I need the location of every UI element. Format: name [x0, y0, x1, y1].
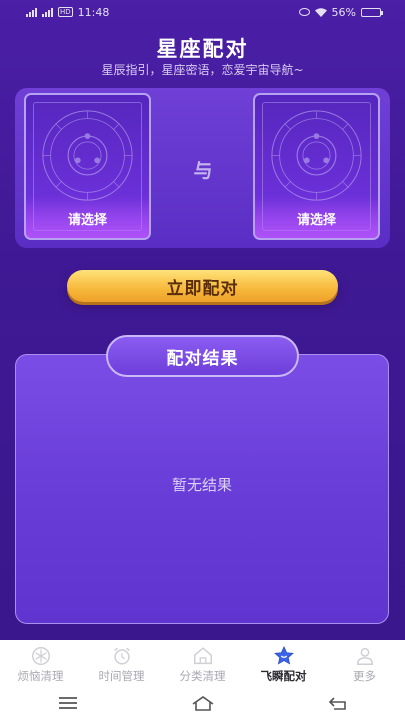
signal-icon [26, 7, 37, 17]
tab-label: 分类清理 [179, 669, 226, 683]
nav-menu-button[interactable] [38, 688, 98, 718]
right-sign-card[interactable]: 请选择 [253, 93, 380, 240]
wifi-icon [314, 7, 327, 17]
page-subtitle: 星辰指引，星座密语，恋爱宇宙导航~ [101, 63, 304, 77]
status-time: 11:48 [77, 5, 110, 19]
status-right: 56% [298, 5, 383, 19]
snowflake-icon [31, 647, 50, 665]
eye-comfort-icon [298, 8, 310, 16]
tab-label: 更多 [353, 669, 376, 683]
zodiac-wheel-icon [271, 110, 362, 201]
empty-result-text: 暂无结果 [171, 476, 232, 494]
home-icon [192, 696, 213, 711]
menu-icon [58, 697, 77, 709]
battery-icon [361, 7, 383, 17]
network-badge: HD [58, 7, 73, 17]
connector-text: 与 [193, 160, 213, 182]
nav-back-button[interactable] [308, 688, 368, 718]
tab-more[interactable]: 更多 [324, 640, 405, 686]
left-card-label: 请选择 [67, 213, 107, 228]
app-screen: HD 11:48 56% 星座配对 星辰指引，星座密语，恋爱宇宙导航~ 请选择 … [0, 0, 405, 640]
nav-home-button[interactable] [173, 688, 233, 718]
person-icon [356, 647, 373, 665]
battery-percent: 56% [331, 5, 356, 19]
tab-label: 时间管理 [98, 669, 145, 683]
signal-icon-2 [42, 7, 53, 17]
tab-category-clean[interactable]: 分类清理 [162, 640, 243, 686]
page-title: 星座配对 [156, 37, 249, 61]
alarm-clock-icon [113, 647, 130, 665]
bottom-tab-bar: 烦恼清理 时间管理 分类清理 飞瞬配对 更多 [0, 640, 405, 686]
status-bar: HD 11:48 56% [0, 0, 405, 24]
tab-label: 烦恼清理 [17, 669, 64, 683]
right-card-label: 请选择 [296, 213, 336, 228]
result-title: 配对结果 [106, 335, 299, 377]
selection-panel: 请选择 与 请选择 [15, 88, 390, 248]
status-left: HD 11:48 [26, 6, 109, 19]
tab-label: 飞瞬配对 [260, 669, 307, 683]
star-icon [273, 645, 294, 665]
tab-instant-match[interactable]: 飞瞬配对 [243, 640, 324, 686]
back-icon [328, 697, 346, 710]
zodiac-wheel-icon [42, 110, 133, 201]
left-sign-card[interactable]: 请选择 [24, 93, 151, 240]
tab-time-manage[interactable]: 时间管理 [81, 640, 162, 686]
match-now-button[interactable]: 立即配对 [67, 270, 338, 302]
tab-worry-clean[interactable]: 烦恼清理 [0, 640, 81, 686]
system-nav-bar [0, 686, 405, 720]
house-icon [193, 647, 212, 665]
